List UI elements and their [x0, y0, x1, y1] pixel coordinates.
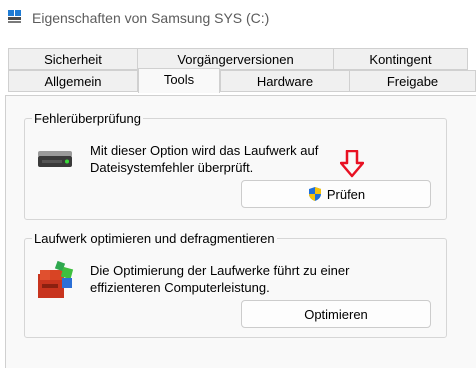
defrag-icon [38, 260, 74, 298]
optimieren-label: Optimieren [304, 306, 368, 322]
title-bar: Eigenschaften von Samsung SYS (C:) [0, 0, 476, 36]
error-check-desc-line2: Dateisystemfehler überprüft. [90, 160, 254, 175]
tab-kontingent[interactable]: Kontingent [333, 48, 468, 70]
error-check-legend: Fehlerüberprüfung [32, 111, 143, 126]
optimize-legend: Laufwerk optimieren und defragmentieren [32, 231, 277, 246]
uac-shield-icon [308, 187, 321, 201]
tab-tools[interactable]: Tools [138, 68, 220, 93]
red-down-arrow-icon [340, 150, 364, 178]
pruefen-button[interactable]: Prüfen [241, 180, 431, 208]
tab-freigabe[interactable]: Freigabe [349, 70, 476, 92]
window-title: Eigenschaften von Samsung SYS (C:) [32, 10, 270, 26]
optimize-desc-line2: effizienteren Computerleistung. [90, 280, 270, 295]
tab-vorgaengerversionen[interactable]: Vorgängerversionen [137, 48, 334, 70]
tab-sicherheit[interactable]: Sicherheit [8, 48, 138, 70]
hard-drive-icon [38, 151, 72, 167]
optimieren-button[interactable]: Optimieren [241, 300, 431, 328]
error-check-desc-line1: Mit dieser Option wird das Laufwerk auf [90, 143, 319, 158]
optimize-desc-line1: Die Optimierung der Laufwerke führt zu e… [90, 263, 350, 278]
pruefen-label: Prüfen [326, 186, 366, 202]
tab-allgemein[interactable]: Allgemein [8, 70, 138, 92]
tab-hardware[interactable]: Hardware [220, 70, 350, 92]
drive-window-icon [8, 10, 21, 23]
